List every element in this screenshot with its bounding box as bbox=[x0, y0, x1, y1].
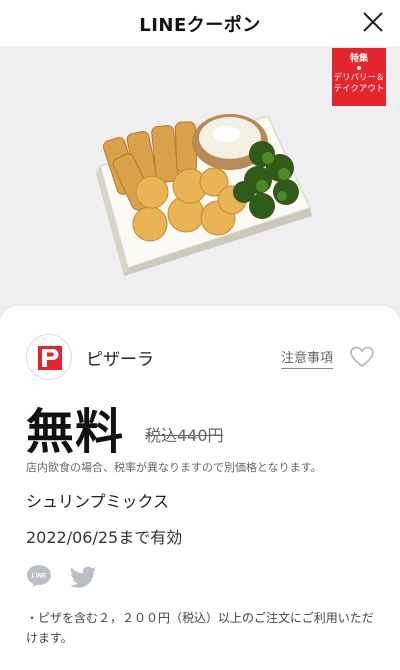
badge-line-delivery: デリバリー＆ bbox=[333, 73, 385, 83]
valid-until: 2022/06/25まで有効 bbox=[26, 528, 183, 547]
feature-badge: 特集 デリバリー＆ テイクアウト bbox=[332, 48, 386, 106]
share-buttons: LINE bbox=[26, 564, 116, 590]
line-share-icon[interactable]: LINE bbox=[26, 564, 52, 588]
item-name: シュリンプミックス bbox=[26, 492, 170, 511]
badge-dot bbox=[357, 66, 361, 70]
usage-conditions: ・ピザを含む２，２００円（税込）以上のご注文にご利用いただけます。 bbox=[26, 611, 374, 645]
shop-logo bbox=[26, 334, 72, 380]
shop-name: ピザーラ bbox=[86, 350, 154, 370]
price-row: 無料 税込440円 bbox=[26, 392, 376, 460]
badge-line-takeout: テイクアウト bbox=[333, 84, 385, 94]
line-share-label: LINE bbox=[32, 573, 47, 580]
price-free-label: 無料 bbox=[26, 404, 125, 460]
coupon-card: ピザーラ 注意事項 無料 税込440円 店内飲食の場合、税率が異なりますので別価… bbox=[0, 306, 400, 670]
badge-title: 特集 bbox=[349, 54, 368, 64]
notice-link[interactable]: 注意事項 bbox=[281, 347, 334, 369]
app-title: LINEクーポン bbox=[139, 15, 261, 36]
original-price: 税込440円 bbox=[145, 426, 224, 445]
tax-note: 店内飲食の場合、税率が異なりますので別価格となります。 bbox=[26, 461, 322, 474]
heart-icon[interactable] bbox=[349, 345, 375, 369]
twitter-icon[interactable] bbox=[70, 566, 96, 588]
shop-row: ピザーラ 注意事項 bbox=[26, 334, 376, 380]
app-header: LINEクーポン bbox=[0, 0, 400, 46]
close-icon[interactable] bbox=[362, 11, 384, 33]
